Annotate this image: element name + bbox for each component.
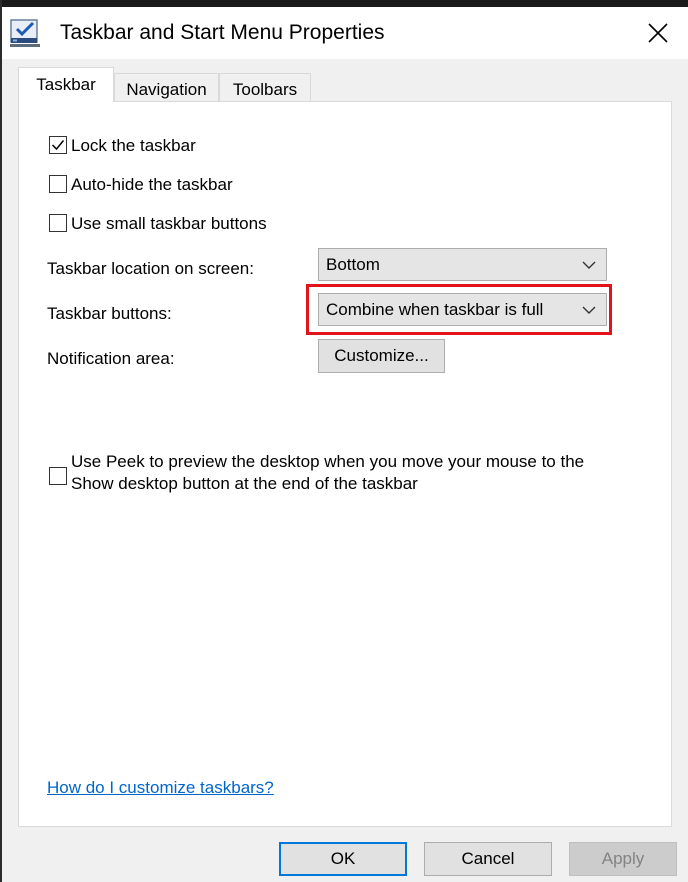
close-icon	[648, 23, 668, 43]
auto-hide-checkbox[interactable]	[49, 175, 67, 193]
location-dropdown[interactable]: Bottom	[318, 248, 607, 281]
desktop-background	[0, 0, 688, 7]
lock-taskbar-label: Lock the taskbar	[71, 136, 196, 155]
peek-label-line1: Use Peek to preview the desktop when you…	[71, 452, 585, 471]
lock-taskbar-checkbox[interactable]	[49, 136, 67, 154]
title-bar: Taskbar and Start Menu Properties	[2, 7, 688, 59]
cancel-button[interactable]: Cancel	[424, 842, 552, 876]
window-title: Taskbar and Start Menu Properties	[60, 21, 385, 44]
tab-toolbars[interactable]: Toolbars	[219, 73, 311, 104]
taskbar-buttons-label: Taskbar buttons:	[47, 304, 172, 323]
highlight-annotation	[306, 284, 612, 335]
ok-button[interactable]: OK	[279, 842, 407, 876]
small-buttons-label: Use small taskbar buttons	[71, 214, 267, 233]
chevron-down-icon	[582, 261, 596, 269]
close-button[interactable]	[630, 7, 688, 59]
peek-option[interactable]: Use Peek to preview the desktop when you…	[49, 452, 659, 503]
small-buttons-checkbox[interactable]	[49, 214, 67, 232]
screenshot: Taskbar and Start Menu Properties Taskba…	[0, 0, 688, 882]
taskbar-properties-icon	[10, 18, 40, 48]
location-value: Bottom	[326, 255, 380, 274]
help-link[interactable]: How do I customize taskbars?	[47, 777, 274, 799]
properties-dialog: Taskbar and Start Menu Properties Taskba…	[2, 7, 688, 882]
checkmark-icon	[51, 140, 65, 151]
customize-button[interactable]: Customize...	[318, 339, 445, 373]
peek-checkbox[interactable]	[49, 467, 67, 485]
peek-label-line2: Show desktop button at the end of the ta…	[71, 474, 418, 493]
notification-area-label: Notification area:	[47, 349, 175, 368]
tab-navigation[interactable]: Navigation	[114, 73, 219, 104]
apply-button[interactable]: Apply	[569, 842, 677, 876]
tab-taskbar[interactable]: Taskbar	[18, 67, 114, 102]
location-label: Taskbar location on screen:	[47, 259, 254, 278]
auto-hide-label: Auto-hide the taskbar	[71, 175, 233, 194]
